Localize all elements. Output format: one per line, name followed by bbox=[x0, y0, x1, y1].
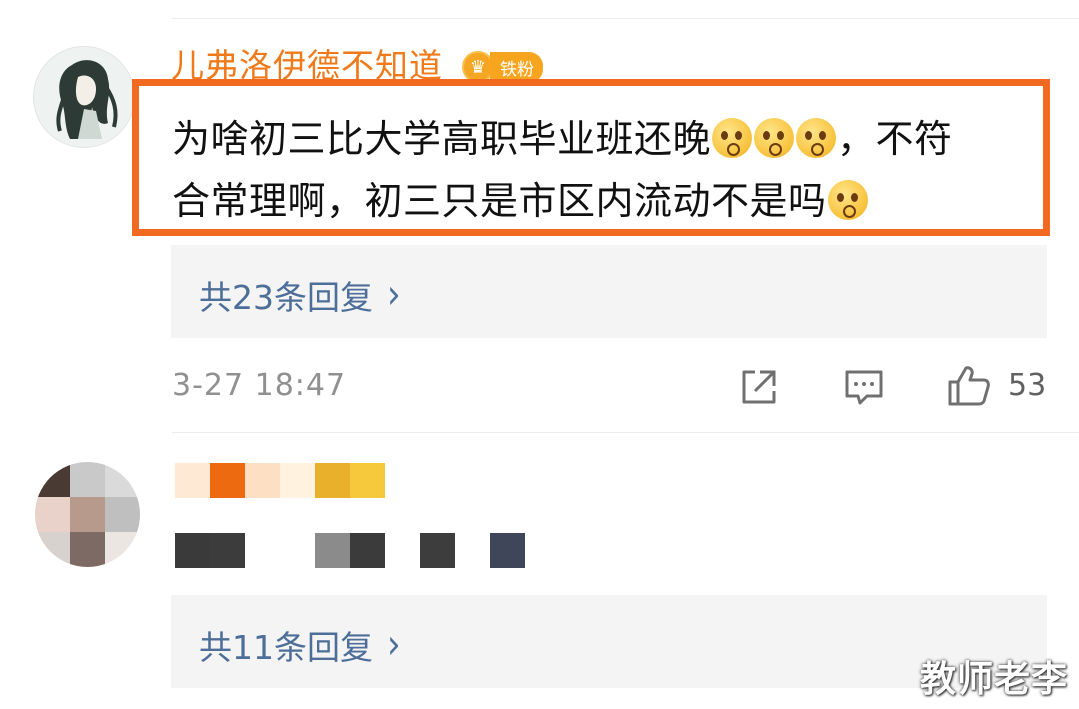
comment-text-pixelated bbox=[175, 533, 525, 568]
shush-face-emoji-icon bbox=[827, 180, 868, 220]
avatar-illustration-icon bbox=[34, 47, 134, 147]
timestamp: 3-27 18:47 bbox=[172, 368, 347, 403]
comment-text-line1: 为啥初三比大学高职毕业班还晚 bbox=[172, 117, 712, 161]
comment-text-line1-tail: ，不符 bbox=[837, 117, 953, 161]
shush-face-emoji-icon bbox=[754, 118, 795, 158]
like-count: 53 bbox=[1008, 368, 1047, 403]
avatar-pixelated[interactable] bbox=[35, 462, 140, 567]
top-divider bbox=[172, 18, 1079, 19]
chevron-right-icon: › bbox=[387, 271, 401, 319]
view-replies-link[interactable]: 共23条回复 › bbox=[199, 271, 401, 319]
share-icon[interactable] bbox=[738, 366, 780, 412]
view-replies-link[interactable]: 共11条回复 › bbox=[199, 621, 401, 669]
username-pixelated[interactable] bbox=[175, 463, 385, 498]
replies-box[interactable]: 共23条回复 › bbox=[171, 245, 1047, 338]
comment-text: 为啥初三比大学高职毕业班还晚 ，不符 合常理啊，初三只是市区内流动不是吗 bbox=[172, 108, 1032, 232]
avatar[interactable] bbox=[33, 46, 135, 148]
replies-count-label: 共23条回复 bbox=[199, 278, 373, 317]
chevron-right-icon: › bbox=[387, 621, 401, 669]
thumbs-up-icon[interactable] bbox=[946, 362, 992, 412]
comment-divider bbox=[172, 432, 1079, 433]
comment-text-line2: 合常理啊，初三只是市区内流动不是吗 bbox=[172, 179, 827, 223]
replies-box[interactable]: 共11条回复 › bbox=[171, 595, 1047, 688]
watermark: 教师老李 bbox=[920, 659, 1069, 700]
replies-count-label: 共11条回复 bbox=[199, 628, 373, 667]
comment-icon[interactable] bbox=[843, 366, 885, 412]
shush-face-emoji-icon bbox=[712, 118, 753, 158]
shush-face-emoji-icon bbox=[796, 118, 837, 158]
fan-badge-label: 铁粉 bbox=[490, 51, 543, 83]
